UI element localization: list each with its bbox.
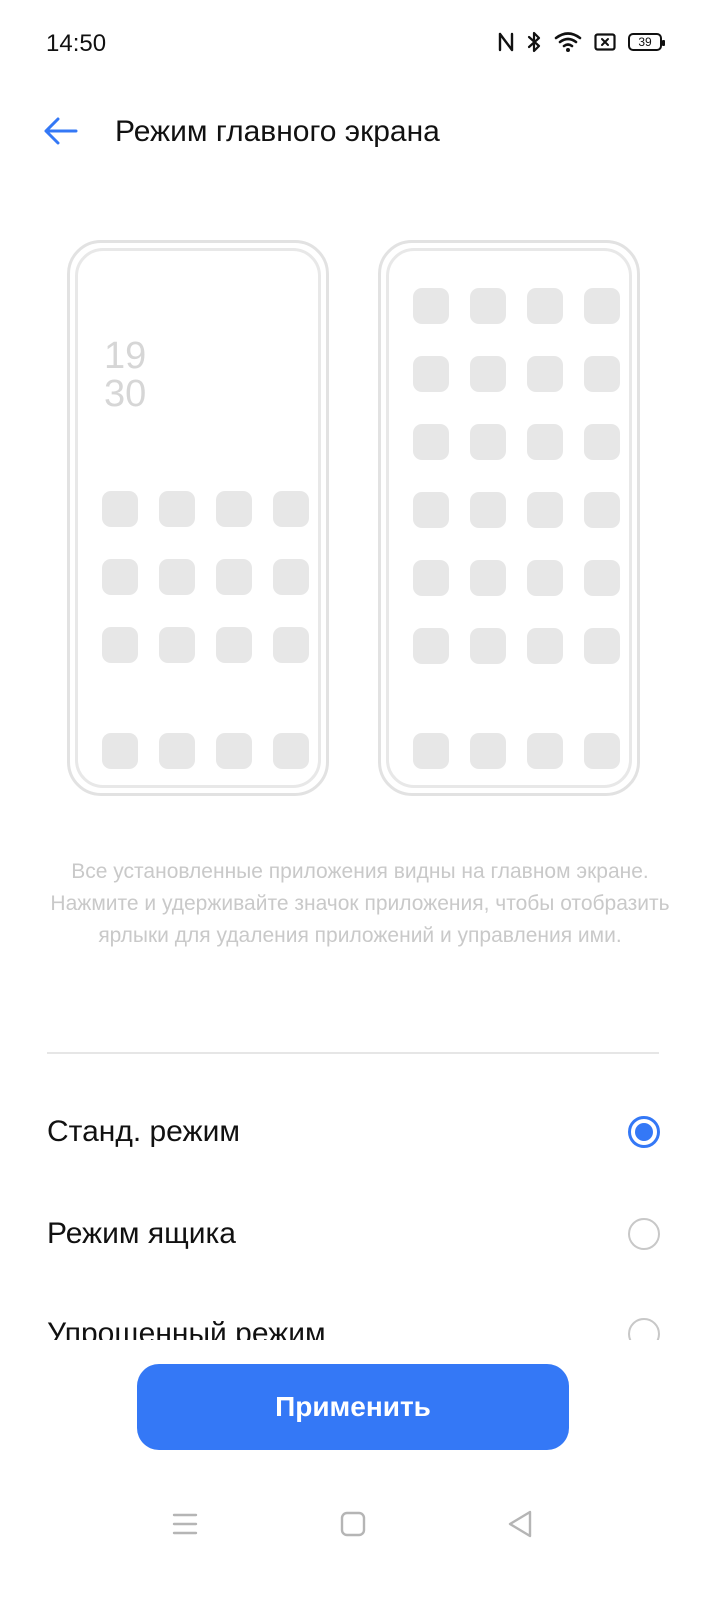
app-icon-placeholder	[102, 627, 138, 663]
menu-icon	[171, 1511, 199, 1542]
preview-clock: 19 30	[104, 337, 146, 413]
home-square-icon	[340, 1511, 366, 1542]
dock-icon-placeholder	[470, 733, 506, 769]
app-icon-placeholder	[527, 356, 563, 392]
app-icon-placeholder	[102, 491, 138, 527]
app-icon-placeholder	[584, 288, 620, 324]
nfc-icon	[498, 31, 514, 53]
app-icon-placeholder	[273, 559, 309, 595]
option-simple-mode[interactable]: Упрощенный режим	[0, 1282, 720, 1340]
app-icon-placeholder	[527, 628, 563, 664]
app-icon-placeholder	[584, 492, 620, 528]
app-icon-placeholder	[413, 628, 449, 664]
navigation-bar	[0, 1490, 720, 1560]
mode-description: Все установленные приложения видны на гл…	[50, 860, 670, 947]
option-drawer-mode[interactable]: Режим ящика	[0, 1182, 720, 1284]
app-icon-placeholder	[470, 288, 506, 324]
mode-options-list[interactable]: Станд. режим Режим ящика Упрощенный режи…	[0, 1080, 720, 1340]
app-icon-placeholder	[470, 628, 506, 664]
app-icon-placeholder	[273, 491, 309, 527]
dock-icon-placeholder	[273, 733, 309, 769]
option-label: Станд. режим	[47, 1115, 240, 1148]
app-icon-placeholder	[584, 356, 620, 392]
radio-button[interactable]	[628, 1318, 660, 1340]
app-icon-placeholder	[527, 560, 563, 596]
apply-button[interactable]: Применить	[137, 1364, 569, 1450]
option-label: Упрощенный режим	[47, 1317, 326, 1340]
app-icon-placeholder	[584, 424, 620, 460]
dock-icon-placeholder	[584, 733, 620, 769]
app-icon-placeholder	[159, 559, 195, 595]
app-icon-placeholder	[470, 424, 506, 460]
back-arrow-icon	[36, 117, 84, 155]
drawer-mode-preview	[378, 240, 640, 796]
app-icon-placeholder	[527, 424, 563, 460]
app-icon-placeholder	[216, 559, 252, 595]
app-header: Режим главного экрана	[0, 95, 720, 175]
app-icon-placeholder	[273, 627, 309, 663]
option-label: Режим ящика	[47, 1217, 236, 1250]
battery-icon: 39	[628, 33, 665, 51]
dock-icon-row	[102, 733, 309, 769]
preview-clock-minutes: 30	[104, 373, 147, 415]
preview-screen: 19 30	[75, 248, 321, 788]
app-icon-grid	[102, 491, 309, 663]
radio-button[interactable]	[628, 1218, 660, 1250]
app-icon-placeholder	[159, 627, 195, 663]
page-title: Режим главного экрана	[115, 115, 440, 148]
app-icon-placeholder	[470, 560, 506, 596]
divider	[47, 1052, 659, 1054]
app-icon-placeholder	[102, 559, 138, 595]
app-icon-placeholder	[413, 560, 449, 596]
nav-back-button[interactable]	[500, 1508, 540, 1544]
status-icons: 39	[498, 30, 665, 54]
standard-mode-preview: 19 30	[67, 240, 329, 796]
app-icon-placeholder	[470, 356, 506, 392]
app-icon-placeholder	[216, 627, 252, 663]
dock-icon-row	[413, 733, 620, 769]
back-button[interactable]	[36, 111, 84, 151]
app-icon-placeholder	[216, 491, 252, 527]
dock-icon-placeholder	[102, 733, 138, 769]
app-icon-placeholder	[413, 424, 449, 460]
wifi-icon	[554, 31, 582, 53]
app-icon-placeholder	[413, 492, 449, 528]
preview-screen	[386, 248, 632, 788]
preview-clock-hours: 19	[104, 335, 147, 377]
app-icon-placeholder	[527, 492, 563, 528]
dock-icon-placeholder	[216, 733, 252, 769]
app-icon-placeholder	[584, 560, 620, 596]
app-icon-placeholder	[413, 356, 449, 392]
nav-home-button[interactable]	[333, 1508, 373, 1544]
status-bar: 14:50 39	[0, 0, 720, 90]
app-icon-placeholder	[470, 492, 506, 528]
nav-menu-button[interactable]	[165, 1508, 205, 1544]
battery-level: 39	[638, 35, 652, 49]
dock-icon-placeholder	[527, 733, 563, 769]
app-icon-placeholder	[413, 288, 449, 324]
radio-button-checked[interactable]	[628, 1116, 660, 1148]
app-icon-placeholder	[584, 628, 620, 664]
sim-icon	[594, 33, 616, 51]
back-triangle-icon	[506, 1509, 534, 1544]
option-standard-mode[interactable]: Станд. режим	[0, 1080, 720, 1182]
app-icon-grid	[413, 288, 620, 664]
app-icon-placeholder	[527, 288, 563, 324]
app-icon-placeholder	[159, 491, 195, 527]
dock-icon-placeholder	[413, 733, 449, 769]
status-time: 14:50	[46, 30, 107, 57]
dock-icon-placeholder	[159, 733, 195, 769]
bluetooth-icon	[526, 30, 542, 54]
